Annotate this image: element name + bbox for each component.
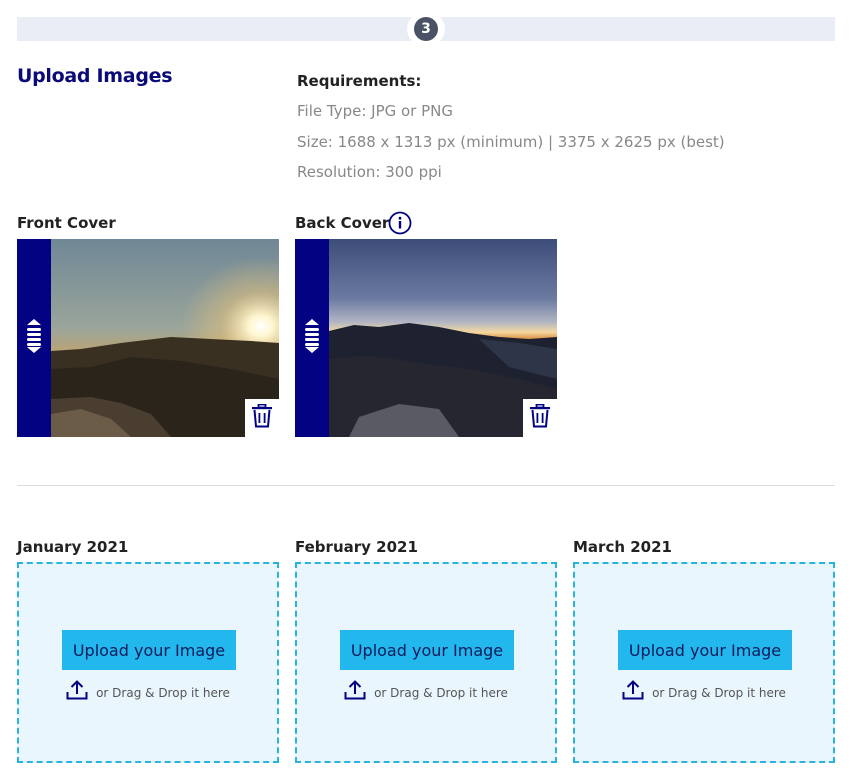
upload-image-button[interactable]: Upload your Image <box>340 630 514 670</box>
trash-icon <box>529 403 551 433</box>
requirement-file-type: File Type: JPG or PNG <box>297 102 454 120</box>
reorder-handle-icon <box>303 318 321 359</box>
upload-icon <box>66 680 88 705</box>
requirements-title: Requirements: <box>297 72 422 90</box>
requirement-resolution: Resolution: 300 ppi <box>297 163 442 181</box>
back-cover-card <box>295 239 557 437</box>
month-label-january: January 2021 <box>17 538 129 556</box>
reorder-handle[interactable] <box>295 239 329 437</box>
upload-image-button[interactable]: Upload your Image <box>62 630 236 670</box>
upload-icon <box>344 680 366 705</box>
drag-drop-text: or Drag & Drop it here <box>96 685 230 700</box>
delete-front-cover-button[interactable] <box>245 399 279 437</box>
trash-icon <box>251 403 273 433</box>
front-cover-card <box>17 239 279 437</box>
step-number-badge: 3 <box>414 17 438 41</box>
delete-back-cover-button[interactable] <box>523 399 557 437</box>
drag-drop-hint: or Drag & Drop it here <box>297 680 555 705</box>
dropzone-january[interactable]: Upload your Image or Drag & Drop it here <box>17 562 279 763</box>
drag-drop-text: or Drag & Drop it here <box>374 685 508 700</box>
drag-drop-hint: or Drag & Drop it here <box>19 680 277 705</box>
info-icon[interactable] <box>388 211 412 235</box>
requirement-size: Size: 1688 x 1313 px (minimum) | 3375 x … <box>297 133 725 151</box>
dropzone-february[interactable]: Upload your Image or Drag & Drop it here <box>295 562 557 763</box>
section-divider <box>17 485 835 486</box>
dropzone-march[interactable]: Upload your Image or Drag & Drop it here <box>573 562 835 763</box>
upload-image-button[interactable]: Upload your Image <box>618 630 792 670</box>
drag-drop-text: or Drag & Drop it here <box>652 685 786 700</box>
upload-icon <box>622 680 644 705</box>
back-cover-label: Back Cover <box>295 214 390 232</box>
drag-drop-hint: or Drag & Drop it here <box>575 680 833 705</box>
front-cover-label: Front Cover <box>17 214 116 232</box>
reorder-handle-icon <box>25 318 43 359</box>
month-label-march: March 2021 <box>573 538 672 556</box>
month-label-february: February 2021 <box>295 538 418 556</box>
reorder-handle[interactable] <box>17 239 51 437</box>
section-title: Upload Images <box>17 65 173 87</box>
